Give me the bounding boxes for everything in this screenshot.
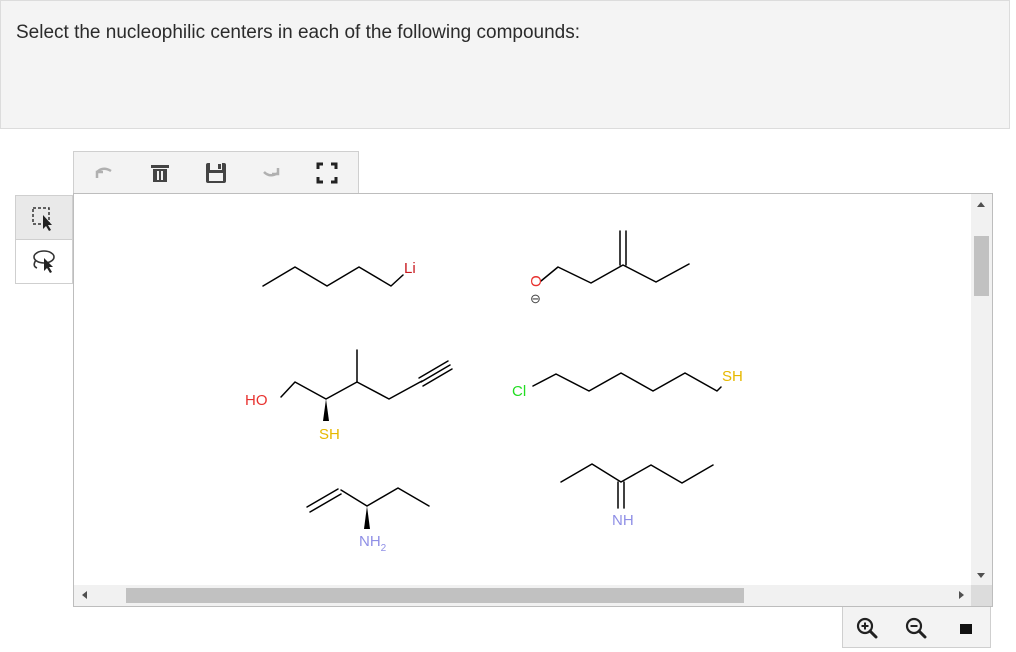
atom-cl: Cl (512, 383, 526, 400)
zoom-out-icon (905, 617, 927, 639)
zoom-toolbar (842, 607, 991, 648)
left-toolbar (15, 195, 73, 284)
atom-nh: NH (612, 512, 634, 529)
atom-sh-1: SH (319, 426, 340, 443)
atom-sh-2: SH (722, 368, 743, 385)
vertical-scroll-thumb[interactable] (974, 236, 989, 296)
atom-oxygen: O (528, 275, 545, 287)
clear-icon (151, 165, 169, 182)
zoom-in-icon (856, 617, 878, 639)
fullscreen-button[interactable] (312, 158, 342, 188)
lasso-tool-icon (33, 250, 55, 273)
scroll-right-icon[interactable] (959, 591, 964, 599)
zoom-out-button[interactable] (900, 612, 932, 644)
select-tool-icon (32, 207, 52, 231)
undo-icon (95, 167, 112, 178)
save-icon (206, 163, 226, 183)
stop-button[interactable] (950, 612, 982, 644)
save-button[interactable] (201, 158, 231, 188)
editor-toolbar (73, 151, 359, 193)
stop-icon (960, 624, 972, 634)
scroll-left-icon[interactable] (82, 591, 87, 599)
wedge-bond-sh (323, 399, 329, 421)
fullscreen-icon (316, 162, 338, 184)
atom-li: Li (404, 260, 416, 277)
scroll-down-icon[interactable] (977, 573, 985, 578)
scroll-up-icon[interactable] (977, 202, 985, 207)
vertical-scrollbar[interactable] (971, 194, 992, 586)
zoom-in-button[interactable] (851, 612, 883, 644)
drawing-canvas[interactable]: Li O ⊖ HO SH Cl SH NH NH2 (73, 193, 993, 607)
atom-nh2: NH2 (359, 533, 387, 554)
scroll-corner (971, 585, 992, 606)
wedge-bond-nh2 (364, 506, 370, 529)
question-text: Select the nucleophilic centers in each … (16, 22, 581, 43)
clear-button[interactable] (145, 158, 175, 188)
horizontal-scroll-thumb[interactable] (126, 588, 744, 603)
lasso-tool-button[interactable] (16, 240, 72, 283)
question-panel: Select the nucleophilic centers in each … (0, 0, 1010, 129)
redo-icon (263, 168, 280, 177)
atom-ho: HO (245, 392, 268, 409)
charge-negative: ⊖ (530, 291, 541, 306)
horizontal-scrollbar[interactable] (74, 585, 972, 606)
molecule-canvas: Li O ⊖ HO SH Cl SH NH NH2 (245, 230, 743, 554)
undo-button[interactable] (88, 158, 118, 188)
select-tool-button[interactable] (16, 196, 72, 240)
redo-button[interactable] (256, 158, 286, 188)
